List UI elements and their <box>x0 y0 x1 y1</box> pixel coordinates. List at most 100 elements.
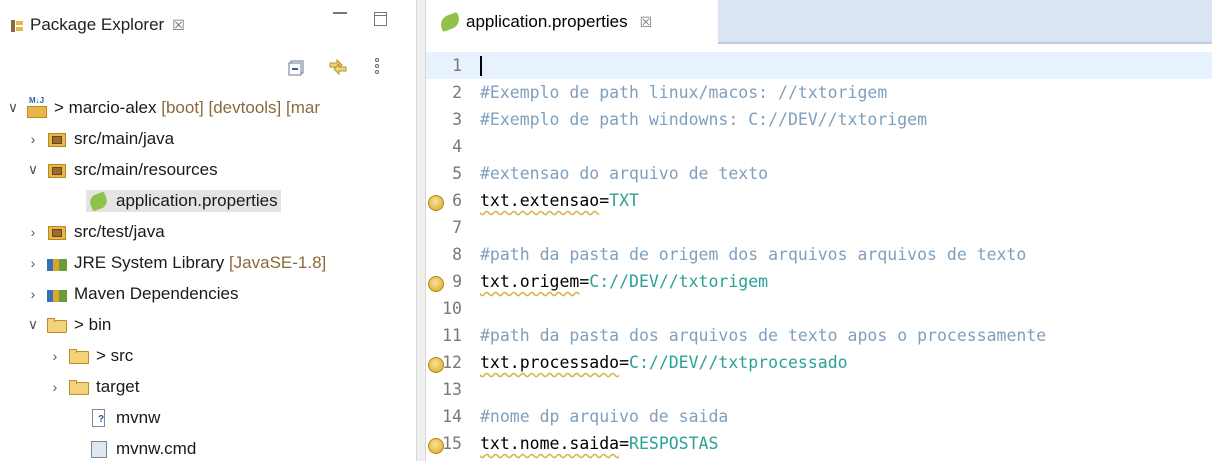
tree-item-src[interactable]: › > src <box>0 340 416 371</box>
maximize-icon[interactable] <box>374 12 387 26</box>
folder-icon <box>68 377 90 397</box>
tree-label: > bin <box>74 314 112 334</box>
warning-icon[interactable] <box>428 276 444 292</box>
warning-icon[interactable] <box>428 195 444 211</box>
package-explorer-tabbar: Package Explorer ☒ <box>0 0 416 44</box>
code-line[interactable]: 10 <box>426 295 1212 322</box>
line-number: 10 <box>442 299 462 318</box>
gutter: 9 <box>426 272 480 292</box>
package-explorer-icon <box>10 18 24 32</box>
code-line[interactable]: 9 txt.origem=C://DEV//txtorigem <box>426 268 1212 295</box>
comment-text: #Exemplo de path linux/macos: //txtorige… <box>480 83 888 102</box>
library-icon <box>46 253 68 273</box>
comment-text: #path da pasta dos arquivos de texto apo… <box>480 326 1047 345</box>
tree-item-jre-system-library[interactable]: › JRE System Library [JavaSE-1.8] <box>0 247 416 278</box>
chevron-down-icon[interactable]: ∨ <box>26 161 40 178</box>
chevron-down-icon[interactable]: ∨ <box>26 316 40 333</box>
property-key: txt.extensao <box>480 191 600 210</box>
tree-label: application.properties <box>116 190 278 210</box>
comment-text: #path da pasta de origem dos arquivos ar… <box>480 245 1027 264</box>
code-line[interactable]: 12 txt.processado=C://DEV//txtprocessado <box>426 349 1212 376</box>
code-line[interactable]: 7 <box>426 214 1212 241</box>
chevron-right-icon[interactable]: › <box>48 379 62 395</box>
properties-editor: application.properties ☒ 1 2 #Exemplo de… <box>426 0 1212 461</box>
line-number: 11 <box>442 326 462 345</box>
line-number: 5 <box>452 164 462 183</box>
tree-item-src-main-java[interactable]: › src/main/java <box>0 123 416 154</box>
selected-item-highlight[interactable]: application.properties <box>86 189 281 212</box>
property-value: TXT <box>609 191 639 210</box>
chevron-right-icon[interactable]: › <box>26 255 40 271</box>
view-divider[interactable] <box>416 0 426 461</box>
code-line[interactable]: 15 txt.nome.saida=RESPOSTAS <box>426 430 1212 457</box>
tree-item-bin[interactable]: ∨ > bin <box>0 309 416 340</box>
line-number: 7 <box>452 218 462 237</box>
code-line[interactable]: 4 <box>426 133 1212 160</box>
package-folder-icon <box>46 222 68 242</box>
line-number: 1 <box>452 56 462 75</box>
package-explorer-view: Package Explorer ☒ ∨ > marcio-alex [boot… <box>0 0 416 461</box>
property-value: C://DEV//txtorigem <box>589 272 769 291</box>
warning-icon[interactable] <box>428 438 444 454</box>
folder-icon <box>46 315 68 335</box>
code-line[interactable]: 11 #path da pasta dos arquivos de texto … <box>426 322 1212 349</box>
view-menu-icon[interactable] <box>375 57 383 81</box>
code-line[interactable]: 8 #path da pasta de origem dos arquivos … <box>426 241 1212 268</box>
package-explorer-tab[interactable]: Package Explorer ☒ <box>10 14 185 36</box>
line-number: 15 <box>442 434 462 453</box>
property-key: txt.origem <box>480 272 580 291</box>
link-with-editor-icon[interactable] <box>327 57 349 77</box>
code-line[interactable]: 6 txt.extensao=TXT <box>426 187 1212 214</box>
close-icon[interactable]: ☒ <box>640 14 653 31</box>
library-icon <box>46 284 68 304</box>
tree-item-application-properties[interactable]: application.properties <box>0 185 416 216</box>
maven-project-icon <box>26 96 48 118</box>
editor-tabbar: application.properties ☒ <box>426 0 1212 44</box>
code-line[interactable]: 16 <box>426 457 1212 461</box>
project-decorations: [boot] [devtools] [mar <box>161 97 320 117</box>
text-caret <box>480 55 482 76</box>
comment-text: #extensao do arquivo de texto <box>480 164 769 183</box>
code-line[interactable]: 14 #nome dp arquivo de saida <box>426 403 1212 430</box>
code-line[interactable]: 2 #Exemplo de path linux/macos: //txtori… <box>426 79 1212 106</box>
comment-text: #nome dp arquivo de saida <box>480 407 729 426</box>
chevron-right-icon[interactable]: › <box>26 286 40 302</box>
tree-item-mvnw[interactable]: mvnw <box>0 402 416 433</box>
tree-item-target[interactable]: › target <box>0 371 416 402</box>
gutter: 15 <box>426 434 480 454</box>
project-name: marcio-alex <box>68 97 157 117</box>
line-number: 8 <box>452 245 462 264</box>
line-number: 13 <box>442 380 462 399</box>
chevron-right-icon[interactable]: › <box>26 131 40 147</box>
chevron-down-icon[interactable]: ∨ <box>6 99 20 116</box>
tree-label: > src <box>96 345 134 365</box>
tree-item-src-main-resources[interactable]: ∨ src/main/resources <box>0 154 416 185</box>
properties-file-icon <box>88 191 110 211</box>
code-line[interactable]: 1 <box>426 52 1212 79</box>
property-value: RESPOSTAS <box>629 434 719 453</box>
editor-tab-title: application.properties <box>466 12 628 31</box>
package-explorer-title: Package Explorer <box>30 15 165 34</box>
tree-item-maven-dependencies[interactable]: › Maven Dependencies <box>0 278 416 309</box>
chevron-right-icon[interactable]: › <box>26 224 40 240</box>
editor-tab-application-properties[interactable]: application.properties ☒ <box>426 0 718 44</box>
eclipse-window: Package Explorer ☒ ∨ > marcio-alex [boot… <box>0 0 1212 461</box>
code-line[interactable]: 3 #Exemplo de path windowns: C://DEV//tx… <box>426 106 1212 133</box>
warning-icon[interactable] <box>428 357 444 373</box>
tree-label: Maven Dependencies <box>74 283 239 303</box>
code-line[interactable]: 5 #extensao do arquivo de texto <box>426 160 1212 187</box>
project-prefix: > <box>54 97 69 117</box>
collapse-all-icon[interactable] <box>288 60 304 76</box>
chevron-right-icon[interactable]: › <box>48 348 62 364</box>
minimize-icon[interactable] <box>333 12 347 24</box>
cmd-file-icon <box>88 439 110 459</box>
comment-text: #Exemplo de path windowns: C://DEV//txto… <box>480 110 928 129</box>
tree-item-mvnw-cmd[interactable]: mvnw.cmd <box>0 433 416 461</box>
line-number: 9 <box>452 272 462 291</box>
code-line[interactable]: 13 <box>426 376 1212 403</box>
tree-item-src-test-java[interactable]: › src/test/java <box>0 216 416 247</box>
line-number: 4 <box>452 137 462 156</box>
tree-item-project[interactable]: ∨ > marcio-alex [boot] [devtools] [mar <box>0 92 416 123</box>
tree-label: target <box>96 376 140 396</box>
close-icon[interactable]: ☒ <box>172 17 185 34</box>
